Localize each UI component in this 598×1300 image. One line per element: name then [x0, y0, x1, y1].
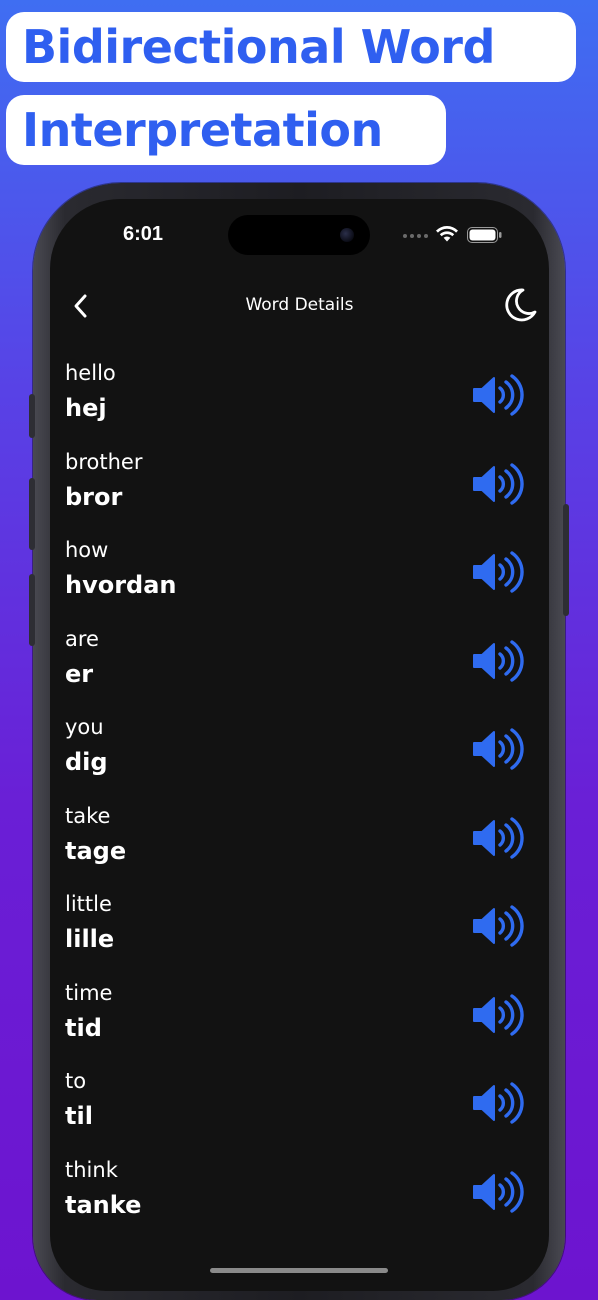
speaker-icon[interactable] [470, 462, 526, 506]
phone-volume-up-button [29, 478, 35, 550]
speaker-icon[interactable] [470, 904, 526, 948]
wifi-icon [436, 226, 458, 242]
translated-word: tanke [65, 1190, 142, 1219]
source-word: are [65, 626, 99, 651]
speaker-icon[interactable] [470, 639, 526, 683]
phone-screen: 6:01 Word Details hello hej brother bror [50, 199, 549, 1291]
translated-word: er [65, 659, 94, 688]
phone-action-button [29, 394, 35, 438]
translated-word: tage [65, 836, 127, 865]
translated-word: hej [65, 394, 107, 422]
source-word: to [65, 1069, 87, 1093]
word-row: hello hej [50, 357, 549, 446]
headline-line-2: Interpretation [6, 95, 446, 165]
phone-power-button [563, 504, 569, 616]
word-row: are er [50, 623, 549, 712]
battery-icon [467, 227, 502, 243]
word-row: take tage [50, 800, 549, 889]
status-time: 6:01 [123, 223, 164, 245]
phone-volume-down-button [29, 574, 35, 646]
word-row: how hvordan [50, 534, 549, 623]
source-word: hello [65, 361, 116, 385]
source-word: how [65, 538, 109, 562]
source-word: time [65, 980, 113, 1005]
word-row: brother bror [50, 446, 549, 535]
page-title: Word Details [245, 295, 354, 315]
source-word: little [65, 892, 112, 916]
signal-dots-icon [403, 234, 428, 238]
camera-icon [340, 228, 354, 242]
translated-word: til [65, 1102, 93, 1130]
source-word: think [65, 1157, 118, 1182]
word-list: hello hej brother bror how hvordan are e… [50, 357, 549, 1242]
home-indicator [210, 1268, 388, 1273]
speaker-icon[interactable] [470, 550, 526, 594]
translated-word: hvordan [65, 571, 177, 599]
speaker-icon[interactable] [470, 373, 526, 417]
translated-word: dig [65, 748, 108, 776]
word-row: think tanke [50, 1154, 549, 1243]
speaker-icon[interactable] [470, 816, 526, 860]
moon-icon[interactable] [502, 287, 538, 323]
speaker-icon[interactable] [470, 1081, 526, 1125]
headline-line-1: Bidirectional Word [6, 12, 576, 82]
source-word: take [65, 803, 111, 828]
word-row: time tid [50, 977, 549, 1066]
source-word: brother [65, 449, 143, 474]
translated-word: lille [65, 925, 115, 953]
translated-word: bror [65, 482, 123, 511]
word-row: to til [50, 1065, 549, 1154]
speaker-icon[interactable] [470, 727, 526, 771]
speaker-icon[interactable] [470, 993, 526, 1037]
source-word: you [65, 715, 104, 739]
word-row: you dig [50, 711, 549, 800]
word-row: little lille [50, 888, 549, 977]
speaker-icon[interactable] [470, 1170, 526, 1214]
dynamic-island [228, 215, 370, 255]
translated-word: tid [65, 1013, 102, 1042]
